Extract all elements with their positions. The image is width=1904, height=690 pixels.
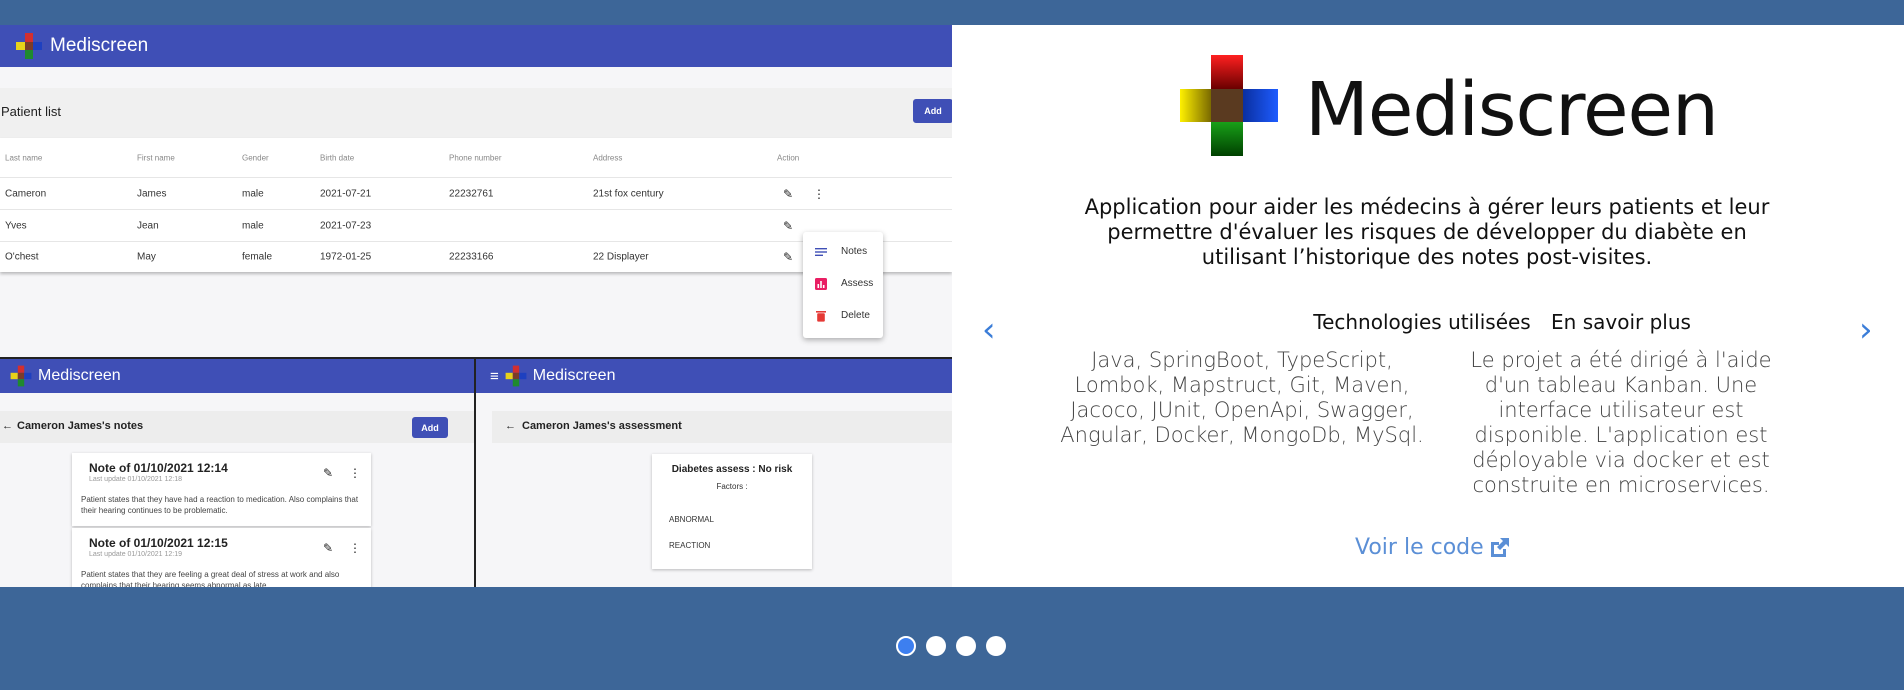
cell-last-name: Cameron [5,188,47,199]
app-bar: Mediscreen [0,25,952,67]
app-brand: Mediscreen [50,35,149,56]
app-bar: ≡ Mediscreen [476,359,952,393]
cell-first-name: May [137,251,156,263]
notes-title: Cameron James's notes [17,420,144,432]
note-card: Note of 01/10/2021 12:14 Last update 01/… [72,453,371,526]
column-header: Last name [5,153,43,162]
factor-item: REACTION [669,541,711,550]
cell-phone: 22232761 [449,188,494,199]
table-header-row: Last name First name Gender Birth date P… [0,138,952,178]
column-header: Birth date [320,153,355,162]
trash-icon [816,311,826,322]
project-title: Mediscreen [1305,67,1719,153]
carousel-indicators [896,636,1006,656]
menu-item-delete[interactable]: Delete [803,300,883,332]
assessment-card: Diabetes assess : No risk Factors : ABNO… [652,454,812,569]
view-code-link[interactable]: Voir le code [1355,535,1510,560]
app-screenshot: Mediscreen Patient list Add Last name Fi… [0,25,952,587]
column-header: Phone number [449,153,502,162]
more-text: Le projet a été dirigé à l'aide d'un tab… [1470,348,1772,497]
logo-icon [16,33,42,59]
notes-header: ← Cameron James's notes Add [0,411,474,443]
menu-icon[interactable]: ≡ [490,368,499,385]
assessment-result: Diabetes assess : No risk [671,464,793,475]
notes-pane: Mediscreen ← Cameron James's notes Add N… [0,359,474,587]
chevron-right-icon[interactable]: › [1859,313,1879,347]
menu-item-label: Notes [841,246,868,257]
factors-label: Factors : [716,482,748,491]
cell-gender: male [242,188,264,199]
carousel-dot[interactable] [956,636,976,656]
note-body: Patient states that they have had a reac… [81,495,359,515]
menu-item-notes[interactable]: Notes [803,236,883,268]
row-action-menu: Notes Assess Delete [803,232,883,338]
cell-gender: female [242,251,273,263]
logo-icon [10,365,32,387]
external-link-icon [1490,537,1509,557]
more-vert-icon[interactable]: ⋮ [813,187,825,201]
project-info-panel: Mediscreen Application pour aider les mé… [952,25,1904,587]
app-brand: Mediscreen [38,367,121,384]
app-brand: Mediscreen [532,367,616,384]
add-patient-button[interactable]: Add [913,99,952,123]
note-card: Note of 01/10/2021 12:15 Last update 01/… [72,528,371,587]
carousel-dot[interactable] [896,636,916,656]
assessment-pane: ≡ Mediscreen ← Cameron James's assessmen… [476,359,952,587]
chart-icon [815,278,827,290]
logo-icon [1180,55,1278,156]
cell-birth-date: 1972-01-25 [320,251,372,263]
cell-address: 21st fox century [593,188,664,199]
project-description: Application pour aider les médecins à gé… [1084,195,1770,269]
assessment-title: Cameron James's assessment [522,420,682,432]
cell-first-name: James [137,188,167,199]
back-arrow-icon[interactable]: ← [2,420,13,432]
note-title: Note of 01/10/2021 12:15 [89,536,228,550]
menu-item-label: Assess [841,278,874,289]
table-row[interactable]: Cameron James male 2021-07-21 22232761 2… [0,178,952,210]
cell-last-name: Yves [5,220,27,231]
edit-icon[interactable]: ✎ [783,219,793,233]
note-title: Note of 01/10/2021 12:14 [89,461,228,475]
cell-address: 22 Displayer [593,251,649,263]
more-title: En savoir plus [1551,310,1691,334]
view-code-label: Voir le code [1355,535,1484,560]
add-note-button[interactable]: Add [412,417,448,438]
cell-birth-date: 2021-07-21 [320,188,372,199]
menu-item-assess[interactable]: Assess [803,268,883,300]
cell-gender: male [242,220,264,231]
patient-list-title: Patient list [1,104,61,119]
cell-birth-date: 2021-07-23 [320,220,372,231]
patient-list-header: Patient list Add [0,88,952,138]
more-vert-icon[interactable]: ⋮ [349,466,361,480]
edit-icon[interactable]: ✎ [783,250,793,264]
assessment-header: ← Cameron James's assessment [492,411,952,443]
chevron-left-icon[interactable]: ‹ [982,313,1002,347]
tech-text: Java, SpringBoot, TypeScript, Lombok, Ma… [1060,348,1424,447]
notes-icon [815,248,827,256]
column-header: Action [777,153,800,162]
menu-item-label: Delete [841,310,870,321]
note-update: Last update 01/10/2021 12:18 [89,476,183,483]
note-body: Patient states that they are feeling a g… [81,570,340,587]
column-header: Address [593,153,623,162]
back-arrow-icon[interactable]: ← [505,420,516,432]
cell-phone: 22233166 [449,251,494,263]
edit-icon[interactable]: ✎ [323,541,333,555]
app-bar: Mediscreen [0,359,474,393]
factor-item: ABNORMAL [669,515,714,524]
carousel-dot[interactable] [986,636,1006,656]
column-header: Gender [242,153,269,162]
carousel-dot[interactable] [926,636,946,656]
cell-first-name: Jean [137,220,159,231]
column-header: First name [137,153,175,162]
logo-icon [505,365,527,387]
note-update: Last update 01/10/2021 12:19 [89,551,183,558]
edit-icon[interactable]: ✎ [783,187,793,201]
cell-last-name: O'chest [5,251,39,263]
more-vert-icon[interactable]: ⋮ [349,541,361,555]
edit-icon[interactable]: ✎ [323,466,333,480]
